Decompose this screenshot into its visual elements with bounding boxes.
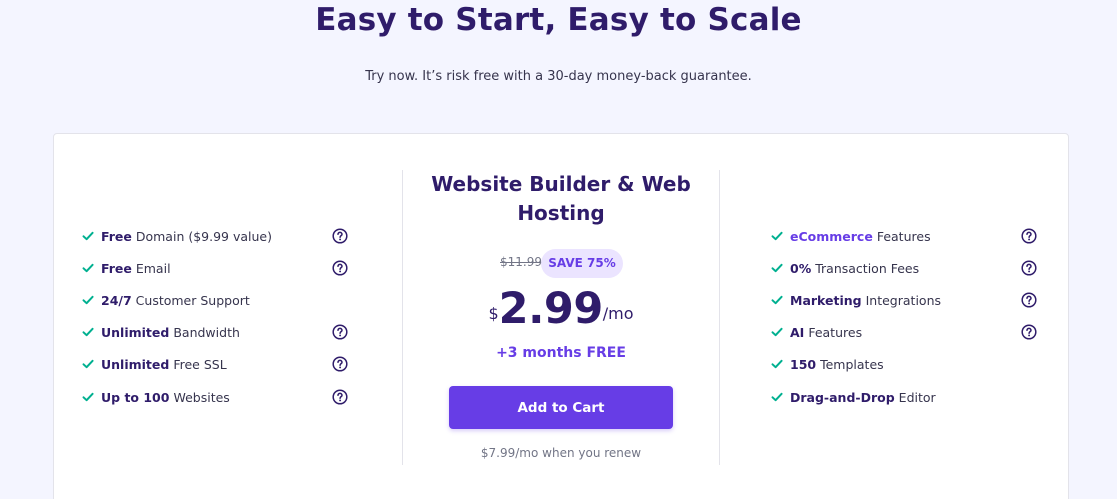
feature-text: Domain ($9.99 value): [135, 228, 272, 244]
feature-text: Editor: [898, 389, 936, 405]
check-icon: [82, 359, 94, 369]
feature-item: AI Features: [770, 322, 862, 342]
feature-highlight: Unlimited: [101, 324, 170, 340]
check-icon: [82, 327, 94, 337]
feature-highlight: Up to 100: [101, 389, 170, 405]
feature-highlight: Drag-and-Drop: [790, 389, 895, 405]
feature-item: Up to 100 Websites: [81, 387, 230, 407]
feature-text: Customer Support: [135, 292, 250, 308]
help-icon[interactable]: [332, 324, 348, 340]
help-icon[interactable]: [332, 260, 348, 276]
feature-item: Unlimited Bandwidth: [81, 322, 240, 342]
discount-badge: SAVE 75%: [541, 249, 623, 278]
feature-item: 24/7 Customer Support: [81, 290, 250, 310]
add-to-cart-button[interactable]: Add to Cart: [449, 386, 673, 429]
check-icon: [771, 392, 783, 402]
check-icon: [771, 263, 783, 273]
feature-highlight: 0%: [790, 260, 812, 276]
feature-item: Unlimited Free SSL: [81, 354, 227, 374]
feature-text: Templates: [820, 356, 884, 372]
feature-highlight: Free: [101, 228, 132, 244]
price-amount: 2.99: [498, 284, 604, 334]
bonus-offer: +3 months FREE: [496, 345, 626, 361]
original-price: $11.99: [500, 255, 542, 269]
help-icon[interactable]: [1021, 292, 1037, 308]
check-icon: [771, 327, 783, 337]
feature-text: Bandwidth: [173, 324, 240, 340]
feature-highlight: Free: [101, 260, 132, 276]
check-icon: [771, 295, 783, 305]
feature-highlight: 24/7: [101, 292, 132, 308]
help-icon[interactable]: [1021, 228, 1037, 244]
feature-item: Free Domain ($9.99 value): [81, 226, 272, 246]
check-icon: [82, 231, 94, 241]
feature-highlight: eCommerce: [790, 228, 873, 244]
feature-text: Free SSL: [173, 356, 227, 372]
feature-item: Free Email: [81, 258, 171, 278]
feature-text: Email: [135, 260, 171, 276]
plan-title: Website Builder & Web Hosting: [431, 172, 691, 225]
check-icon: [82, 263, 94, 273]
price-period: /mo: [602, 304, 634, 323]
help-icon[interactable]: [1021, 324, 1037, 340]
feature-item: 0% Transaction Fees: [770, 258, 919, 278]
help-icon[interactable]: [332, 228, 348, 244]
feature-highlight: 150: [790, 356, 817, 372]
help-icon[interactable]: [332, 356, 348, 372]
feature-highlight: Unlimited: [101, 356, 170, 372]
check-icon: [771, 359, 783, 369]
renewal-note: $7.99/mo when you renew: [480, 446, 642, 460]
feature-text: Features: [808, 324, 863, 340]
check-icon: [82, 392, 94, 402]
price-currency: $: [488, 304, 499, 323]
feature-item: Marketing Integrations: [770, 290, 941, 310]
page-title: Easy to Start, Easy to Scale: [315, 2, 802, 38]
feature-highlight: AI: [790, 324, 805, 340]
check-icon: [82, 295, 94, 305]
column-divider: [719, 170, 720, 465]
page-subtitle: Try now. It’s risk free with a 30-day mo…: [365, 69, 752, 84]
feature-text: Features: [876, 228, 931, 244]
price-display: $2.99/mo: [403, 284, 719, 334]
feature-text: Integrations: [865, 292, 941, 308]
feature-highlight: Marketing: [790, 292, 862, 308]
help-icon[interactable]: [332, 389, 348, 405]
feature-text: Transaction Fees: [815, 260, 920, 276]
feature-text: Websites: [173, 389, 230, 405]
check-icon: [771, 231, 783, 241]
feature-item: Drag-and-Drop Editor: [770, 387, 936, 407]
help-icon[interactable]: [1021, 260, 1037, 276]
feature-item: eCommerce Features: [770, 226, 931, 246]
feature-item: 150 Templates: [770, 354, 884, 374]
